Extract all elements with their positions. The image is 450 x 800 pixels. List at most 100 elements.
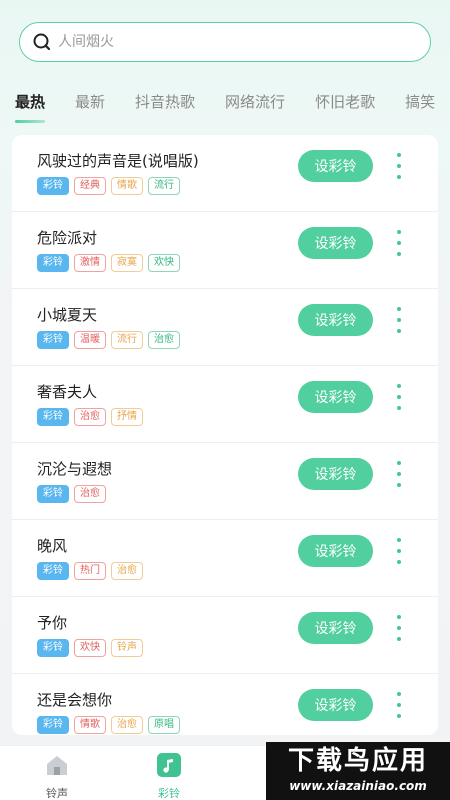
list-item[interactable]: 危险派对 彩铃 激情 寂寞 欢快 设彩铃 — [12, 212, 438, 289]
more-dot — [397, 714, 401, 718]
tag-badge: 彩铃 — [37, 331, 69, 349]
nav-label-color-ring: 彩铃 — [158, 787, 180, 800]
set-ringtone-button[interactable]: 设彩铃 — [298, 689, 373, 721]
more-dot — [397, 395, 401, 399]
more-dot — [397, 483, 401, 487]
more-options-icon[interactable] — [392, 230, 406, 256]
tag-badge: 欢快 — [148, 254, 180, 272]
list-item[interactable]: 小城夏天彩铃 温暖 流行 治愈 设彩铃 — [12, 289, 438, 366]
watermark-brand: 下载鸟应用 — [287, 746, 428, 776]
song-title: 晚风 — [37, 537, 68, 555]
tag-badge: 欢快 — [74, 639, 106, 657]
tag-badge: 经典 — [74, 177, 106, 195]
tag-badge: 温暖 — [74, 331, 106, 349]
more-dot — [397, 637, 401, 641]
more-dot — [397, 164, 401, 168]
tab-oldies[interactable]: 怀旧老歌 — [315, 80, 375, 112]
more-dot — [397, 318, 401, 322]
set-ringtone-button[interactable]: 设彩铃 — [298, 458, 373, 490]
set-ringtone-button[interactable]: 设彩铃 — [298, 535, 373, 567]
more-options-icon[interactable] — [392, 461, 406, 487]
list-item[interactable]: 奢香夫人彩铃 治愈 抒情 设彩铃 — [12, 366, 438, 443]
more-dot — [397, 703, 401, 707]
more-dot — [397, 153, 401, 157]
list-item[interactable]: 沉沦与遐想彩铃 治愈 设彩铃 — [12, 443, 438, 520]
tag-badge: 彩铃 — [37, 485, 69, 503]
tab-funny[interactable]: 搞笑 — [405, 80, 435, 112]
tag-badge: 抒情 — [111, 408, 143, 426]
tab-hottest[interactable]: 最热 — [15, 80, 46, 123]
list-item[interactable]: 风驶过的声音是(说唱版) 彩铃 经典 情歌 流行 设彩铃 — [12, 135, 438, 212]
tag-badge: 治愈 — [111, 562, 143, 580]
more-dot — [397, 615, 401, 619]
set-ringtone-button[interactable]: 设彩铃 — [298, 150, 373, 182]
more-options-icon[interactable] — [392, 153, 406, 179]
more-dot — [397, 549, 401, 553]
tag-badge: 热门 — [74, 562, 106, 580]
tag-badge: 彩铃 — [37, 254, 69, 272]
tag-badge: 治愈 — [74, 408, 106, 426]
tag-list: 彩铃 温暖 流行 治愈 — [37, 331, 185, 349]
more-dot — [397, 538, 401, 542]
list-item[interactable]: 予你彩铃 欢快 铃声 设彩铃 — [12, 597, 438, 674]
search-input[interactable] — [58, 34, 398, 50]
more-dot — [397, 241, 401, 245]
tag-badge: 治愈 — [74, 485, 106, 503]
more-options-icon[interactable] — [392, 384, 406, 410]
more-dot — [397, 175, 401, 179]
tag-list: 彩铃 激情 寂寞 欢快 — [37, 254, 185, 272]
tag-badge: 激情 — [74, 254, 106, 272]
more-dot — [397, 307, 401, 311]
list-item[interactable]: 晚风 彩铃 热门 治愈 设彩铃 — [12, 520, 438, 597]
tag-badge: 流行 — [111, 331, 143, 349]
tag-badge: 彩铃 — [37, 716, 69, 734]
more-dot — [397, 329, 401, 333]
more-dot — [397, 461, 401, 465]
tab-internet-popular[interactable]: 网络流行 — [225, 80, 285, 112]
set-ringtone-button[interactable]: 设彩铃 — [298, 612, 373, 644]
more-dot — [397, 230, 401, 234]
tag-badge: 流行 — [148, 177, 180, 195]
set-ringtone-button[interactable]: 设彩铃 — [298, 227, 373, 259]
more-dot — [397, 252, 401, 256]
tag-badge: 彩铃 — [37, 408, 69, 426]
song-title: 沉沦与遐想 — [37, 460, 113, 478]
tag-badge: 情歌 — [111, 177, 143, 195]
search-icon — [33, 33, 51, 51]
tag-badge: 治愈 — [111, 716, 143, 734]
tag-list: 彩铃 欢快 铃声 — [37, 639, 148, 657]
nav-item-color-ring[interactable]: 彩铃 — [139, 752, 199, 800]
song-title: 奢香夫人 — [37, 383, 98, 401]
tag-badge: 情歌 — [74, 716, 106, 734]
more-options-icon[interactable] — [392, 692, 406, 718]
set-ringtone-button[interactable]: 设彩铃 — [298, 304, 373, 336]
song-title: 予你 — [37, 614, 68, 632]
more-options-icon[interactable] — [392, 615, 406, 641]
song-title: 还是会想你 — [37, 691, 113, 709]
watermark-url: www.xiazainiao.com — [289, 779, 427, 793]
music-note-icon — [157, 753, 181, 777]
search-bar[interactable] — [19, 22, 431, 62]
more-dot — [397, 406, 401, 410]
song-title: 风驶过的声音是(说唱版) — [37, 152, 199, 170]
tag-badge: 彩铃 — [37, 177, 69, 195]
more-dot — [397, 692, 401, 696]
tag-list: 彩铃 情歌 治愈 原唱 — [37, 716, 185, 734]
tag-badge: 铃声 — [111, 639, 143, 657]
tab-newest[interactable]: 最新 — [75, 80, 105, 112]
home-icon — [47, 756, 67, 775]
set-ringtone-button[interactable]: 设彩铃 — [298, 381, 373, 413]
nav-item-ringtone[interactable]: 铃声 — [27, 752, 87, 800]
list-item[interactable]: 还是会想你彩铃 情歌 治愈 原唱 设彩铃 — [12, 674, 438, 735]
category-tabs: 最热 最新 抖音热歌 网络流行 怀旧老歌 搞笑 — [0, 80, 450, 128]
more-dot — [397, 626, 401, 630]
more-dot — [397, 560, 401, 564]
tab-douyin-hits[interactable]: 抖音热歌 — [135, 80, 195, 112]
site-watermark: 下载鸟应用 www.xiazainiao.com — [266, 742, 450, 800]
more-options-icon[interactable] — [392, 307, 406, 333]
tag-badge: 寂寞 — [111, 254, 143, 272]
song-title: 小城夏天 — [37, 306, 98, 324]
more-options-icon[interactable] — [392, 538, 406, 564]
song-list: 风驶过的声音是(说唱版) 彩铃 经典 情歌 流行 设彩铃 危险派对 彩铃 激情 寂寞 欢快 设彩铃 小城… — [12, 135, 438, 735]
tag-list: 彩铃 经典 情歌 流行 — [37, 177, 185, 195]
